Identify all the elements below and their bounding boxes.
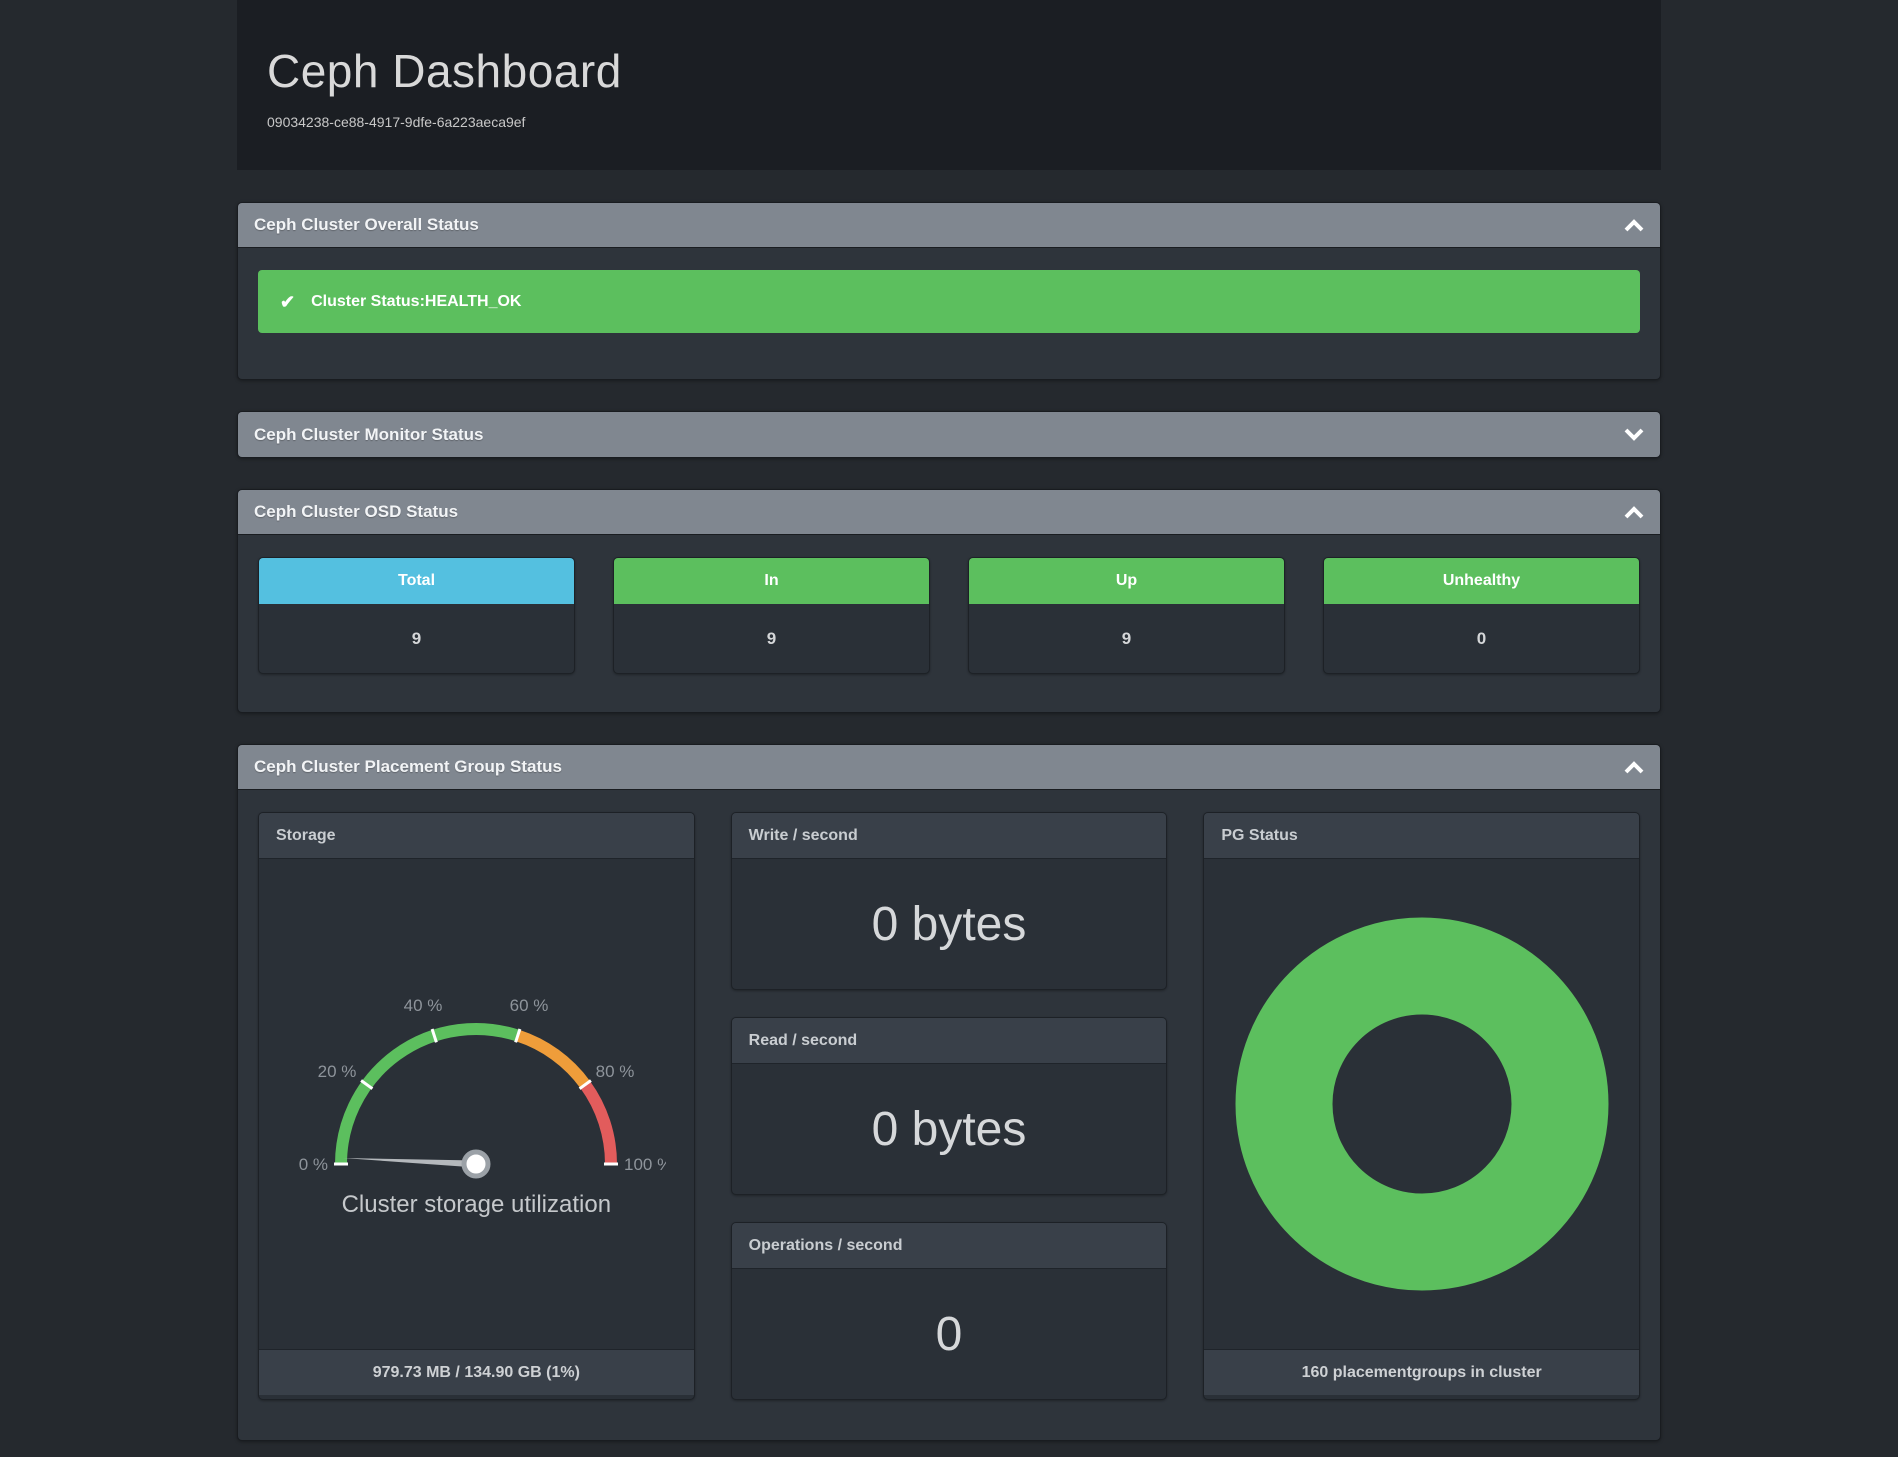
gauge-label-60: 60 % — [510, 996, 549, 1015]
chevron-up-icon[interactable] — [1624, 219, 1644, 232]
panel-pg-status: Ceph Cluster Placement Group Status Stor… — [237, 744, 1661, 1441]
chevron-up-icon[interactable] — [1624, 761, 1644, 774]
donut-ring-green — [1284, 966, 1560, 1242]
cluster-health-text: Cluster Status:HEALTH_OK — [311, 293, 521, 311]
gauge-label-40: 40 % — [404, 996, 443, 1015]
osd-card-total: Total 9 — [258, 557, 575, 674]
storage-card: Storage — [258, 812, 695, 1400]
storage-gauge-body: 0 % 20 % 40 % 60 % 80 % 100 % Cluster st… — [259, 859, 694, 1349]
write-per-second-card: Write / second 0 bytes — [731, 812, 1168, 990]
panel-osd-status-heading[interactable]: Ceph Cluster OSD Status — [238, 490, 1660, 535]
check-icon: ✔ — [280, 293, 295, 311]
osd-card-unhealthy: Unhealthy 0 — [1323, 557, 1640, 674]
panel-pg-status-heading[interactable]: Ceph Cluster Placement Group Status — [238, 745, 1660, 790]
storage-card-header: Storage — [259, 813, 694, 859]
cluster-id: 09034238-ce88-4917-9dfe-6a223aeca9ef — [267, 114, 1631, 130]
osd-card-up-header: Up — [969, 558, 1284, 604]
operations-per-second-card: Operations / second 0 — [731, 1222, 1168, 1400]
metric-column: Write / second 0 bytes Read / second 0 b… — [731, 812, 1168, 1400]
chevron-down-icon[interactable] — [1624, 428, 1644, 441]
read-per-second-card: Read / second 0 bytes — [731, 1017, 1168, 1195]
osd-card-unhealthy-header: Unhealthy — [1324, 558, 1639, 604]
pg-status-card-footer: 160 placementgroups in cluster — [1204, 1349, 1639, 1395]
panel-monitor-status-title: Ceph Cluster Monitor Status — [254, 425, 484, 445]
osd-stat-row: Total 9 In 9 Up 9 Unhealthy 0 — [258, 557, 1640, 674]
gauge-needle-hub — [464, 1152, 488, 1176]
operations-per-second-header: Operations / second — [732, 1223, 1167, 1269]
panel-monitor-status: Ceph Cluster Monitor Status — [237, 411, 1661, 458]
panel-overall-status-body: ✔ Cluster Status:HEALTH_OK — [238, 248, 1660, 379]
panel-pg-status-title: Ceph Cluster Placement Group Status — [254, 757, 562, 777]
storage-card-footer: 979.73 MB / 134.90 GB (1%) — [259, 1349, 694, 1395]
read-per-second-header: Read / second — [732, 1018, 1167, 1064]
pg-status-card-header: PG Status — [1204, 813, 1639, 859]
osd-card-total-header: Total — [259, 558, 574, 604]
gauge-caption: Cluster storage utilization — [342, 1191, 611, 1219]
write-per-second-header: Write / second — [732, 813, 1167, 859]
gauge-label-20: 20 % — [318, 1062, 357, 1081]
gauge-needle — [343, 1158, 476, 1168]
storage-gauge-chart: 0 % 20 % 40 % 60 % 80 % 100 % — [286, 989, 666, 1189]
gauge-label-0: 0 % — [299, 1155, 328, 1174]
gauge-label-80: 80 % — [596, 1062, 635, 1081]
gauge-arc-red — [586, 1085, 612, 1164]
pg-status-chart-body — [1204, 859, 1639, 1349]
chevron-up-icon[interactable] — [1624, 506, 1644, 519]
osd-card-in-header: In — [614, 558, 929, 604]
osd-card-total-value: 9 — [259, 604, 574, 673]
gauge-label-100: 100 % — [624, 1155, 666, 1174]
osd-card-in-value: 9 — [614, 604, 929, 673]
panel-overall-status-title: Ceph Cluster Overall Status — [254, 215, 479, 235]
pg-status-donut-chart — [1227, 909, 1617, 1299]
osd-card-up-value: 9 — [969, 604, 1284, 673]
osd-card-in: In 9 — [613, 557, 930, 674]
write-per-second-value: 0 bytes — [732, 859, 1167, 989]
gauge-arc-green — [341, 1029, 518, 1164]
osd-card-up: Up 9 — [968, 557, 1285, 674]
panel-pg-status-body: Storage — [238, 790, 1660, 1440]
pg-status-card: PG Status 160 placementgroups in cluster — [1203, 812, 1640, 1400]
read-per-second-value: 0 bytes — [732, 1064, 1167, 1194]
cluster-health-alert: ✔ Cluster Status:HEALTH_OK — [258, 270, 1640, 333]
panel-monitor-status-heading[interactable]: Ceph Cluster Monitor Status — [238, 412, 1660, 457]
panel-overall-status-heading[interactable]: Ceph Cluster Overall Status — [238, 203, 1660, 248]
osd-card-unhealthy-value: 0 — [1324, 604, 1639, 673]
pg-grid: Storage — [258, 812, 1640, 1400]
gauge-arc-orange — [518, 1036, 586, 1085]
panel-osd-status-body: Total 9 In 9 Up 9 Unhealthy 0 — [238, 535, 1660, 712]
dashboard-header: Ceph Dashboard 09034238-ce88-4917-9dfe-6… — [237, 0, 1661, 170]
panel-overall-status: Ceph Cluster Overall Status ✔ Cluster St… — [237, 202, 1661, 380]
dashboard-container: Ceph Dashboard 09034238-ce88-4917-9dfe-6… — [237, 0, 1661, 1441]
page-title: Ceph Dashboard — [267, 44, 1631, 98]
panel-osd-status-title: Ceph Cluster OSD Status — [254, 502, 458, 522]
operations-per-second-value: 0 — [732, 1269, 1167, 1399]
panel-osd-status: Ceph Cluster OSD Status Total 9 In 9 Up … — [237, 489, 1661, 713]
